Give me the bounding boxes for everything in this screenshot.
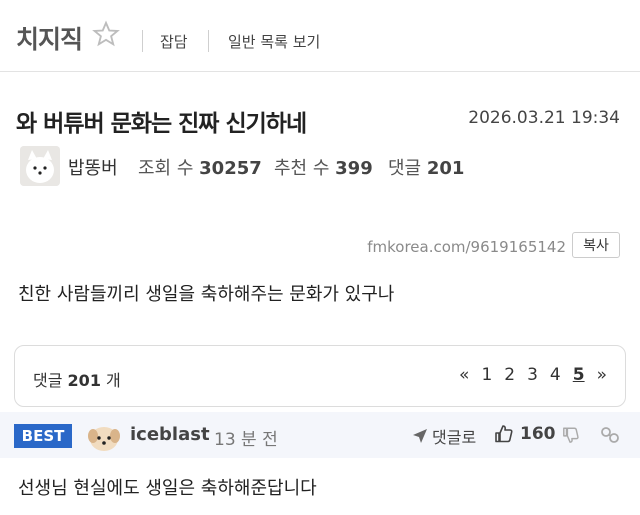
views-count: 30257 xyxy=(199,158,262,179)
reply-label: 댓글로 xyxy=(432,428,477,447)
post-title: 와 버튜버 문화는 진짜 신기하네 xyxy=(16,111,307,137)
best-comment-author[interactable]: iceblast xyxy=(130,424,210,445)
reply-button[interactable]: 댓글로 xyxy=(412,424,476,448)
views-stat: 조회 수 30257 xyxy=(138,154,262,180)
thumbs-down-icon[interactable] xyxy=(562,426,580,444)
page-3[interactable]: 3 xyxy=(527,365,538,385)
board-title[interactable]: 치지직 xyxy=(16,20,83,56)
best-comment-time: 13 분 전 xyxy=(214,430,278,450)
page-5-current[interactable]: 5 xyxy=(573,365,585,385)
page-first-button[interactable]: « xyxy=(459,365,469,385)
copy-url-button[interactable]: 복사 xyxy=(572,232,620,258)
recommend-count: 399 xyxy=(335,158,373,179)
post-content: 친한 사람들끼리 생일을 축하해주는 문화가 있구나 xyxy=(18,284,395,305)
comments-label: 댓글 xyxy=(388,158,422,179)
page-4[interactable]: 4 xyxy=(550,365,561,385)
post-date: 2026.03.21 19:34 xyxy=(468,108,620,128)
best-badge: BEST xyxy=(14,424,72,448)
comment-label-text: 댓글 xyxy=(33,371,63,390)
comment-count-label: 댓글 201 개 xyxy=(33,367,121,391)
star-icon[interactable] xyxy=(92,20,120,48)
board-header: 치지직 잡담 일반 목록 보기 xyxy=(0,0,640,72)
recommend-stat: 추천 수 399 xyxy=(274,154,373,180)
comment-pagination-bar: 댓글 201 개 « 1 2 3 4 5 » xyxy=(14,345,626,407)
link-icon[interactable] xyxy=(600,426,620,444)
recommend-label: 추천 수 xyxy=(274,158,330,179)
best-comment-header: BEST iceblast 13 분 전 댓글로 160 xyxy=(0,412,640,458)
like-count: 160 xyxy=(520,424,556,444)
thumbs-up-icon xyxy=(495,425,513,443)
author-name[interactable]: 밥똥버 xyxy=(68,154,118,180)
send-arrow-icon xyxy=(413,429,427,443)
divider xyxy=(208,30,209,52)
short-url[interactable]: fmkorea.com/9619165142 xyxy=(367,238,566,256)
puppy-avatar-icon[interactable] xyxy=(86,420,122,456)
list-view-link[interactable]: 일반 목록 보기 xyxy=(228,31,320,52)
category-chat-link[interactable]: 잡담 xyxy=(160,31,188,52)
comment-count: 201 xyxy=(67,371,101,390)
like-button[interactable]: 160 xyxy=(494,424,556,444)
author-avatar[interactable] xyxy=(20,146,60,186)
page-1[interactable]: 1 xyxy=(481,365,492,385)
comments-stat: 댓글 201 xyxy=(388,154,464,180)
fox-avatar-icon xyxy=(20,146,60,186)
comment-unit: 개 xyxy=(106,371,121,390)
page-last-button[interactable]: » xyxy=(597,365,607,385)
page-2[interactable]: 2 xyxy=(504,365,515,385)
comments-count: 201 xyxy=(426,158,465,179)
best-comment-text: 선생님 현실에도 생일은 축하해준답니다 xyxy=(18,478,317,499)
views-label: 조회 수 xyxy=(138,158,194,179)
pagination: « 1 2 3 4 5 » xyxy=(459,365,607,385)
divider xyxy=(142,30,143,52)
